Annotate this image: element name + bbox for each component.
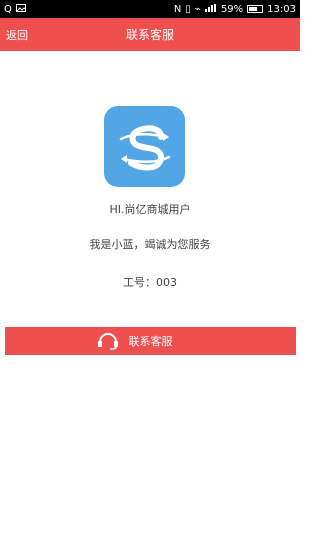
image-icon: [15, 3, 26, 15]
page-title: 联系客服: [125, 28, 174, 42]
status-bar: Q N ▯ ⌁ 59% 13:03: [0, 0, 300, 18]
signal-icon: [204, 3, 217, 15]
status-time: 13:03: [267, 3, 296, 15]
top-navigation-bar: 返回 联系客服: [0, 18, 300, 51]
battery-icon: [247, 5, 264, 13]
status-left: Q: [4, 3, 26, 15]
content-area: HI.尚亿商城用户 我是小蓝，竭诚为您服务 工号：003 联系客服: [0, 51, 300, 533]
s-logo-icon: [119, 124, 170, 170]
back-label: 返回: [6, 28, 28, 42]
nfc-icon: N: [173, 3, 182, 15]
back-button[interactable]: 返回: [6, 18, 28, 51]
user-type-label: HI.尚亿商城用户: [109, 203, 191, 216]
contact-support-label: 联系客服: [128, 335, 173, 348]
vibrate-icon: ▯: [185, 3, 191, 15]
search-icon: Q: [4, 3, 12, 15]
app-logo: [104, 106, 185, 187]
battery-percent: 59%: [220, 3, 244, 15]
agent-intro-text: 我是小蓝，竭诚为您服务: [89, 238, 211, 251]
wifi-icon: ⌁: [194, 3, 201, 15]
status-right: N ▯ ⌁ 59% 13:03: [173, 3, 296, 15]
contact-support-button[interactable]: 联系客服: [5, 327, 296, 355]
staff-id-text: 工号：003: [123, 276, 177, 289]
headset-icon: [98, 333, 118, 350]
